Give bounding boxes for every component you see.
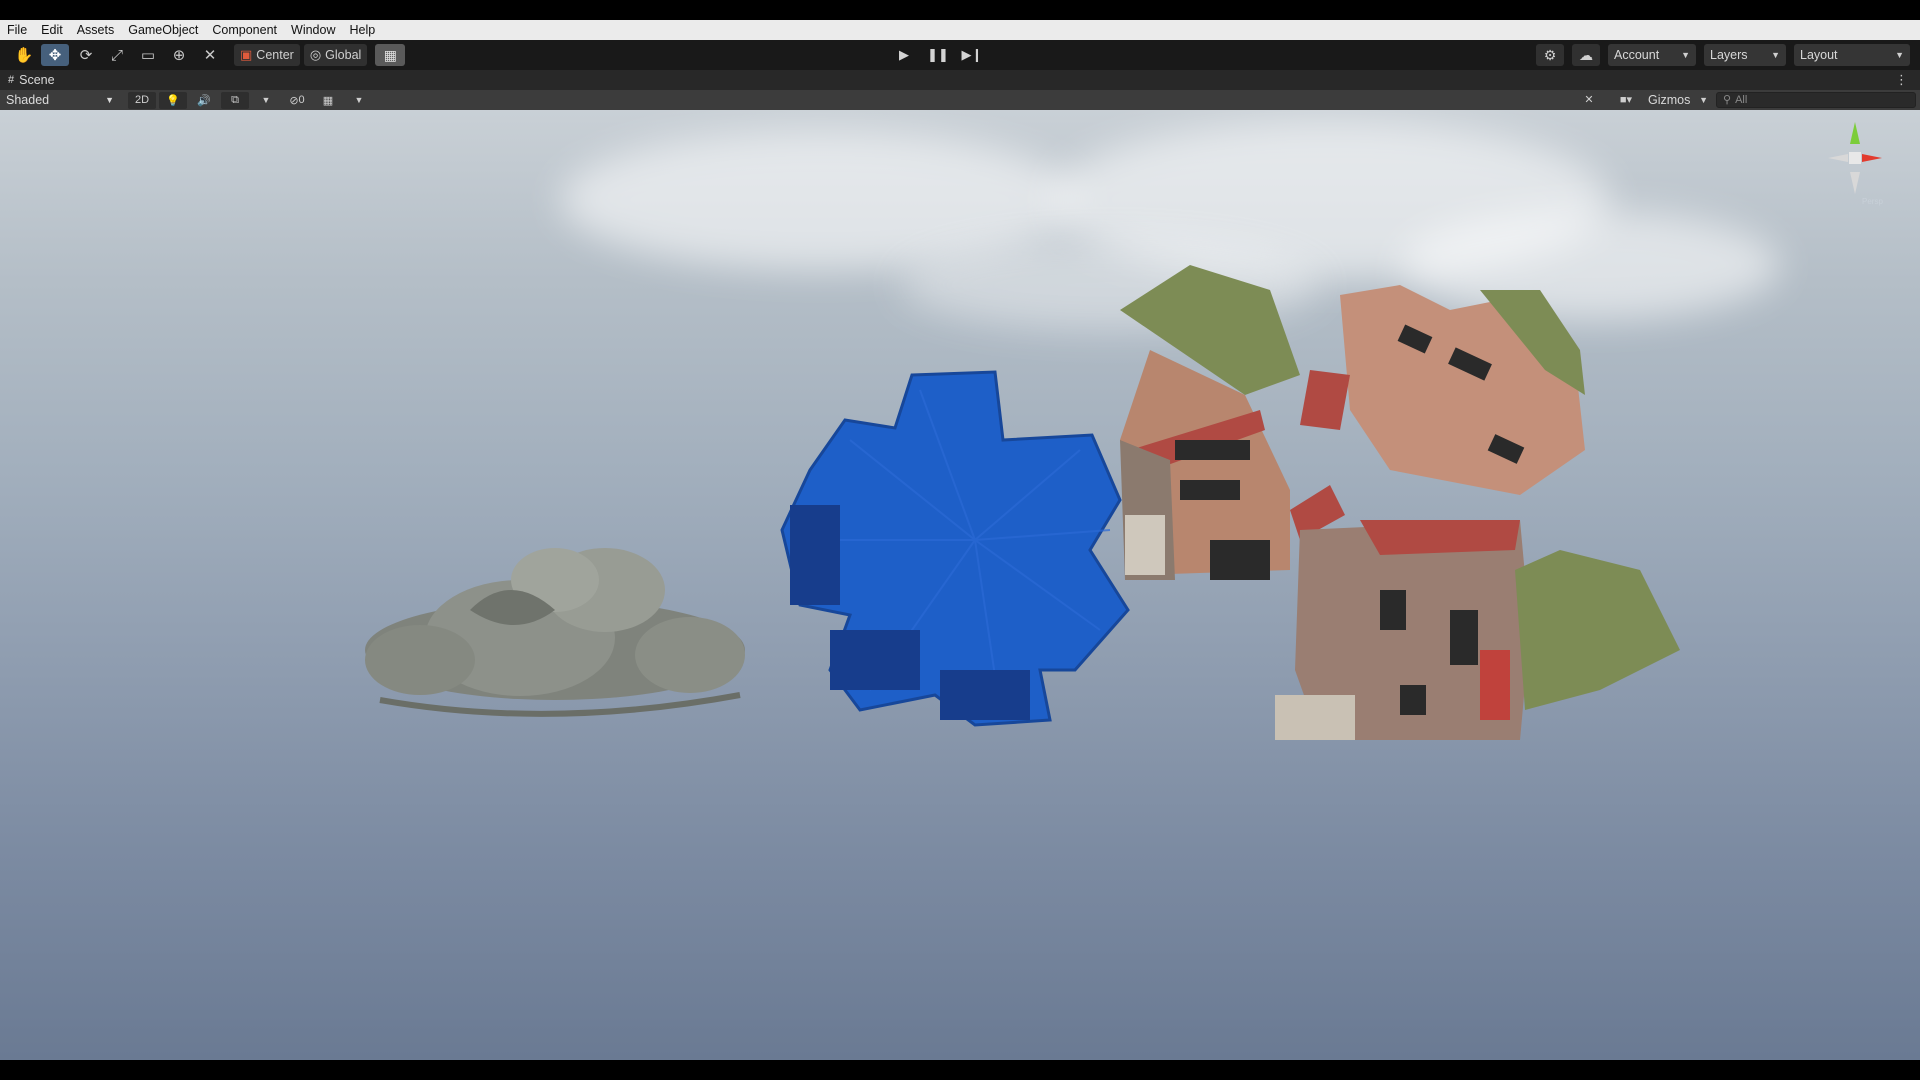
space-label: Global [325, 48, 362, 62]
rect-tool-icon[interactable]: ▭ [134, 44, 162, 66]
scene-grid-icon: # [8, 74, 15, 86]
scene-toolbar-right: ✕ ■▾ Gizmos ▼ ⚲ All [1572, 91, 1916, 108]
chevron-down-icon: ▼ [1895, 50, 1904, 60]
scene-tab[interactable]: # Scene [0, 73, 55, 87]
account-label: Account [1614, 48, 1660, 62]
search-placeholder: All [1735, 93, 1748, 106]
eye-slash-icon: ⊘ [289, 94, 299, 107]
menu-file[interactable]: File [0, 20, 34, 40]
gizmo-neg-y-axis[interactable] [1850, 172, 1860, 194]
space-global-button[interactable]: ◎ Global [303, 44, 368, 66]
scene-viewport[interactable]: Persp [0, 110, 1920, 1060]
tilted-houses[interactable] [1120, 265, 1680, 740]
menu-assets[interactable]: Assets [70, 20, 122, 40]
pause-icon[interactable]: ❚❚ [924, 44, 952, 66]
toolbar-right: ⚙ ☁ Account ▼ Layers ▼ Layout ▼ [1536, 44, 1910, 66]
tools-icon[interactable]: ✕ [1575, 91, 1603, 108]
chevron-down-icon: ▼ [1771, 50, 1780, 60]
scene-toolbar: Shaded ▼ 2D 💡 🔊 ⧉ ▼ ⊘ 0 ▦ ▼ ✕ ■▾ Gizmos … [0, 90, 1920, 110]
menu-window[interactable]: Window [284, 20, 342, 40]
play-icon[interactable]: ▶ [890, 44, 918, 66]
gizmos-dropdown[interactable]: Gizmos ▼ [1646, 91, 1710, 108]
window-top-border [0, 0, 1920, 20]
transform-tools: ✋ ✥ ⟳ ⤢ ▭ ⊕ ✕ [10, 44, 224, 66]
menu-bar: File Edit Assets GameObject Component Wi… [0, 20, 1920, 40]
scale-tool-icon[interactable]: ⤢ [103, 44, 131, 66]
layout-dropdown[interactable]: Layout ▼ [1794, 44, 1910, 66]
window-bottom-border [0, 1060, 1920, 1080]
layers-dropdown[interactable]: Layers ▼ [1704, 44, 1786, 66]
playmode-controls: ▶ ❚❚ ▶❙ [890, 44, 986, 66]
menu-component[interactable]: Component [205, 20, 284, 40]
gizmo-y-axis[interactable] [1850, 122, 1860, 144]
gizmo-center-cube[interactable] [1849, 152, 1861, 164]
orientation-gizmo[interactable]: Persp [1810, 118, 1900, 208]
menu-gameobject[interactable]: GameObject [121, 20, 205, 40]
collab-icon[interactable]: ⚙ [1536, 44, 1564, 66]
grid-snap-icon[interactable]: ▦ [375, 44, 406, 66]
toggle-2d-button[interactable]: 2D [128, 91, 156, 109]
move-tool-icon[interactable]: ✥ [41, 44, 69, 66]
rotate-tool-icon[interactable]: ⟳ [72, 44, 100, 66]
chevron-down-icon: ▼ [1681, 50, 1690, 60]
hand-tool-icon[interactable]: ✋ [10, 44, 38, 66]
shading-mode-dropdown[interactable]: Shaded ▼ [2, 91, 118, 109]
shipping-container-cluster[interactable] [780, 370, 1130, 727]
gizmo-neg-x-axis[interactable] [1828, 154, 1848, 162]
persp-label: Persp [1862, 197, 1883, 206]
globe-icon: ◎ [309, 47, 322, 62]
scene-tab-bar: # Scene ⋮ [0, 70, 1920, 90]
menu-help[interactable]: Help [342, 20, 382, 40]
account-dropdown[interactable]: Account ▼ [1608, 44, 1696, 66]
pivot-icon: ▣ [240, 47, 253, 62]
chevron-down-icon[interactable]: ▼ [252, 92, 280, 109]
cloud-icon[interactable]: ☁ [1572, 44, 1600, 66]
hidden-objects-toggle[interactable]: ⊘ 0 [283, 92, 311, 109]
scene-objects [365, 265, 1680, 740]
pivot-label: Center [256, 48, 294, 62]
menu-edit[interactable]: Edit [34, 20, 70, 40]
more-options-icon[interactable]: ⋮ [1895, 70, 1908, 90]
camera-icon[interactable]: ■▾ [1612, 91, 1640, 108]
hidden-count: 0 [298, 94, 305, 106]
custom-tool-icon[interactable]: ✕ [196, 44, 224, 66]
transform-tool-icon[interactable]: ⊕ [165, 44, 193, 66]
effects-icon[interactable]: ⧉ [221, 91, 249, 109]
step-icon[interactable]: ▶❙ [958, 44, 986, 66]
audio-icon[interactable]: 🔊 [190, 92, 218, 109]
lighting-icon[interactable]: 💡 [159, 91, 187, 109]
lion-statue[interactable] [365, 548, 745, 717]
chevron-down-icon: ▼ [105, 95, 114, 105]
gizmo-x-axis[interactable] [1862, 154, 1882, 162]
gizmos-label: Gizmos [1648, 92, 1691, 107]
search-icon: ⚲ [1723, 94, 1732, 106]
layout-label: Layout [1800, 48, 1838, 62]
scene-tab-label: Scene [19, 73, 55, 87]
grid-icon[interactable]: ▦ [314, 92, 342, 109]
layers-label: Layers [1710, 48, 1748, 62]
pivot-center-button[interactable]: ▣ Center [234, 44, 300, 66]
shading-mode-label: Shaded [6, 93, 50, 107]
chevron-down-icon[interactable]: ▼ [345, 92, 373, 109]
chevron-down-icon: ▼ [1699, 94, 1708, 105]
scene-search-input[interactable]: ⚲ All [1716, 91, 1916, 108]
